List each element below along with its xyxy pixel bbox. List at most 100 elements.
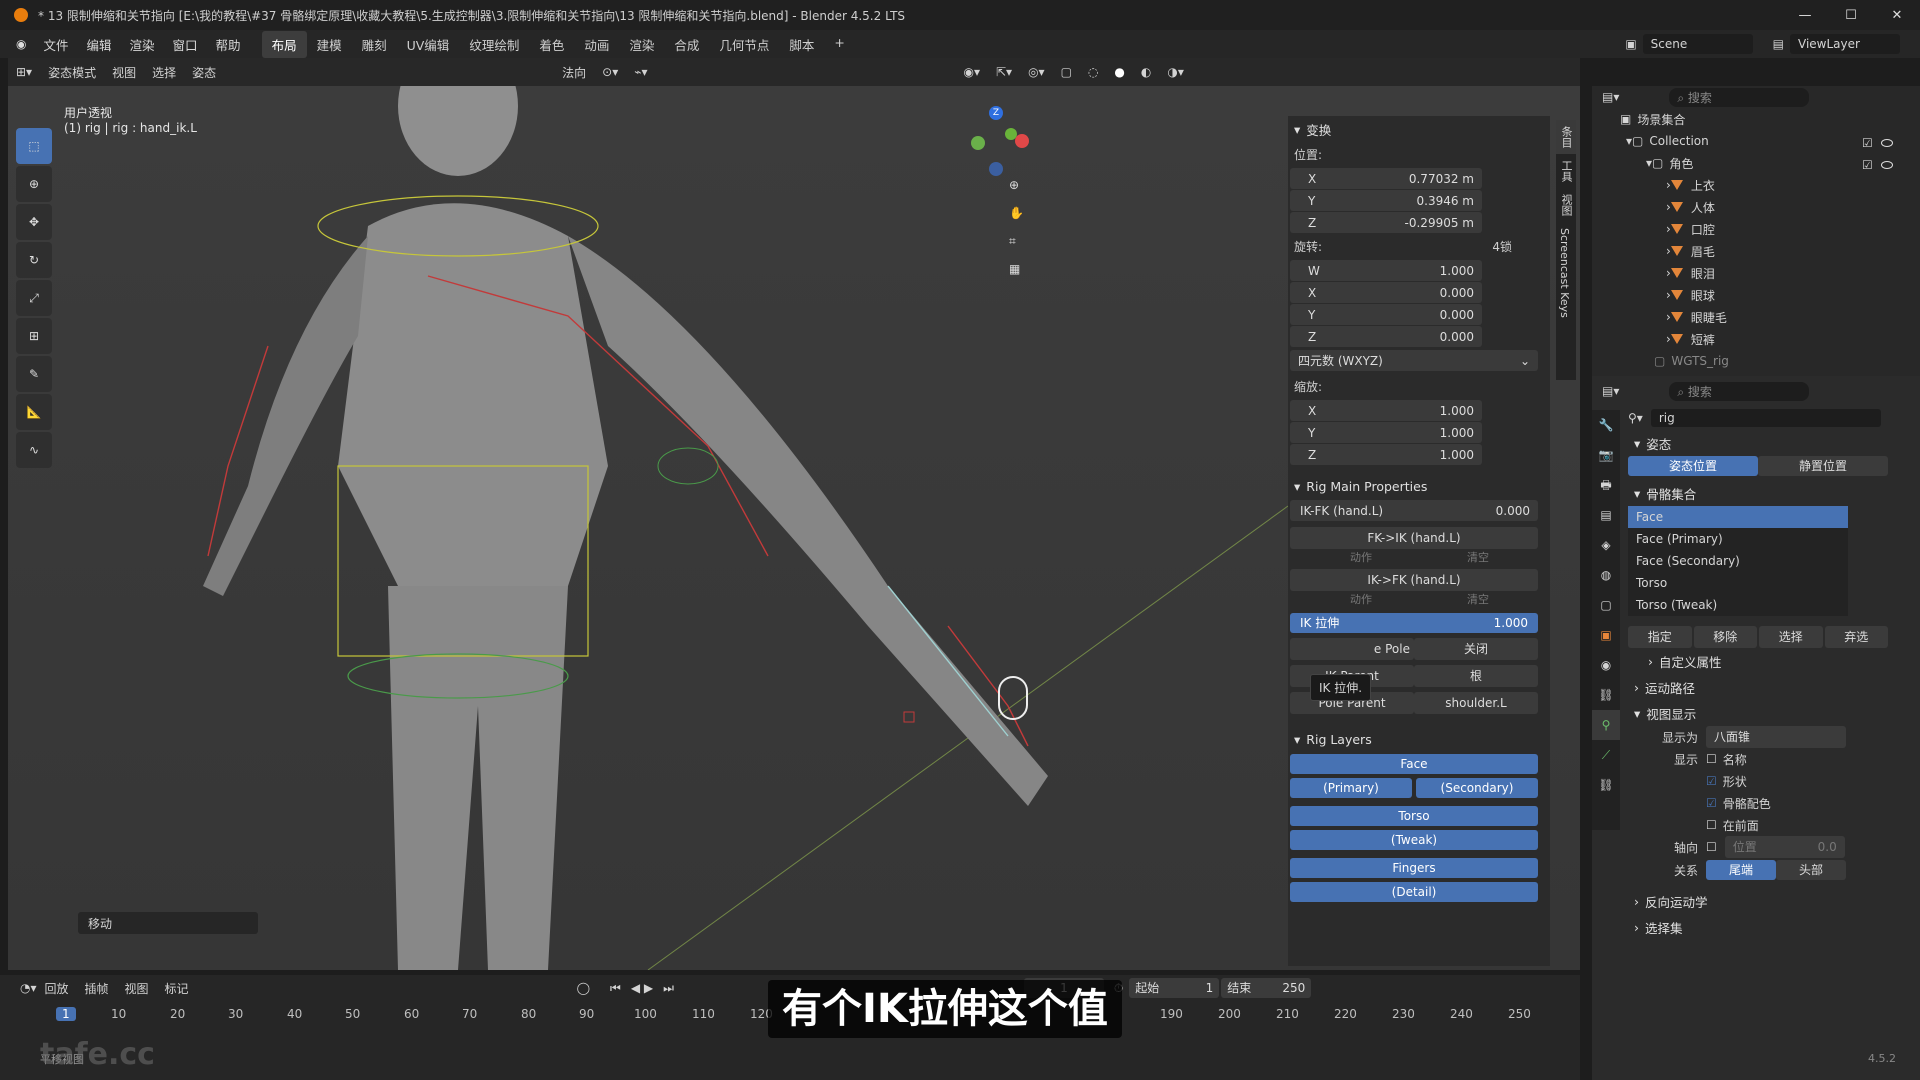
checkbox-icon[interactable]: ☑ (1862, 136, 1873, 150)
tool-tab-icon[interactable]: 🔧 (1592, 410, 1620, 440)
pose-position-button[interactable]: 姿态位置 (1628, 456, 1758, 476)
tab-geometry-nodes[interactable]: 几何节点 (709, 31, 779, 58)
xray-icon[interactable]: ▢ (1053, 63, 1080, 81)
pole-toggle-value[interactable]: 关闭 (1414, 638, 1538, 660)
scale-x-field[interactable]: X 1.000 (1290, 400, 1482, 421)
rig-layers-header[interactable]: ▾ Rig Layers (1288, 726, 1550, 752)
tab-item[interactable]: 条目 (1556, 120, 1576, 154)
outliner-item[interactable]: › 眼泪 (1592, 262, 1920, 284)
rotation-w-field[interactable]: W 1.000 (1290, 260, 1482, 281)
annotate-tool[interactable]: ✎ (16, 356, 52, 392)
tab-texture-paint[interactable]: 纹理绘制 (459, 31, 529, 58)
location-x-field[interactable]: X 0.77032 m (1290, 168, 1482, 189)
in-front-checkbox[interactable]: ☐ (1706, 818, 1717, 832)
bone-collection-item[interactable]: Face (Secondary) (1628, 550, 1848, 572)
outliner-item[interactable]: › 人体 (1592, 196, 1920, 218)
transform-header[interactable]: ▾ 变换 (1288, 116, 1550, 142)
shading-wire-icon[interactable]: ◌ (1080, 63, 1106, 81)
layer-face-primary-button[interactable]: (Primary) (1290, 778, 1412, 798)
pole-toggle-label[interactable]: e Pole (1290, 638, 1414, 660)
world-tab-icon[interactable]: ◍ (1592, 560, 1620, 590)
custom-properties-header[interactable]: › 自定义属性 (1628, 648, 1920, 674)
outliner-item[interactable]: › 口腔 (1592, 218, 1920, 240)
tab-modeling[interactable]: 建模 (307, 31, 352, 58)
shapes-checkbox[interactable]: ☑ (1706, 774, 1717, 788)
menu-render[interactable]: 渲染 (121, 35, 164, 54)
gizmo-neg-y-icon[interactable] (971, 136, 985, 150)
gizmo-icon[interactable]: ⇱▾ (988, 63, 1020, 81)
layer-fingers-detail-button[interactable]: (Detail) (1290, 882, 1538, 902)
view-layer-tab-icon[interactable]: ▤ (1592, 500, 1620, 530)
select-menu[interactable]: 选择 (144, 62, 184, 83)
editor-type-icon[interactable]: ⊞▾ (8, 63, 40, 81)
names-checkbox[interactable]: ☐ (1706, 752, 1717, 766)
tab-compositing[interactable]: 合成 (664, 31, 709, 58)
outliner-item[interactable]: › 短裤 (1592, 328, 1920, 350)
rest-position-button[interactable]: 静置位置 (1758, 456, 1888, 476)
bone-collection-item[interactable]: Torso (Tweak) (1628, 594, 1848, 616)
eye-icon[interactable] (1880, 161, 1893, 169)
move-tool[interactable]: ✥ (16, 204, 52, 240)
location-y-field[interactable]: Y 0.3946 m (1290, 190, 1482, 211)
grid-view-icon[interactable]: ▦ (1009, 262, 1020, 276)
location-z-field[interactable]: Z -0.29905 m (1290, 212, 1482, 233)
menu-edit[interactable]: 编辑 (78, 35, 121, 54)
layer-face-button[interactable]: Face (1290, 754, 1538, 774)
armature-data-tab-icon[interactable]: ⚲ (1592, 710, 1620, 740)
zoom-icon[interactable]: ⊕ (1009, 178, 1019, 192)
deselect-button[interactable]: 弃选 (1824, 626, 1888, 648)
constraint-tab-icon[interactable]: ⛓ (1592, 680, 1620, 710)
tab-rendering[interactable]: 渲染 (619, 31, 664, 58)
bone-collections-header[interactable]: ▾ 骨骼集合 (1628, 480, 1920, 506)
axes-checkbox[interactable]: ☐ (1706, 840, 1717, 854)
properties-search[interactable]: ⌕ 搜索 (1669, 381, 1810, 401)
visibility-icon[interactable]: ◉▾ (955, 63, 988, 81)
navigation-gizmo[interactable]: Z (963, 106, 1033, 176)
mode-selector[interactable]: 姿态模式 (40, 62, 104, 83)
tab-layout[interactable]: 布局 (261, 30, 307, 58)
display-as-dropdown[interactable]: 八面锥 (1706, 726, 1846, 748)
cursor-tool[interactable]: ⊕ (16, 166, 52, 202)
scene-tab-icon[interactable]: ◈ (1592, 530, 1620, 560)
outliner-filter-icon[interactable]: ▤▾ (1602, 90, 1619, 104)
tab-view[interactable]: 视图 (1556, 188, 1576, 222)
rotation-x-field[interactable]: X 0.000 (1290, 282, 1482, 303)
pole-parent-dropdown[interactable]: shoulder.L (1414, 692, 1538, 714)
assign-button[interactable]: 指定 (1628, 626, 1692, 648)
playhead-frame[interactable]: 1 (56, 1007, 76, 1021)
camera-icon[interactable]: ⌗ (1009, 234, 1016, 249)
inverse-kinematics-header[interactable]: › 反向运动学 (1628, 888, 1920, 914)
transform-tool[interactable]: ⊞ (16, 318, 52, 354)
object-name-field[interactable]: rig (1650, 409, 1881, 427)
gizmo-x-icon[interactable] (1015, 134, 1029, 148)
rotation-z-field[interactable]: Z 0.000 (1290, 326, 1482, 347)
rotate-tool[interactable]: ↻ (16, 242, 52, 278)
object-tab-icon[interactable]: ▣ (1592, 620, 1620, 650)
maximize-button[interactable]: ☐ (1828, 0, 1874, 30)
overlay-icon[interactable]: ◎▾ (1020, 63, 1053, 81)
minimize-button[interactable]: — (1782, 0, 1828, 30)
ik-parent-dropdown[interactable]: 根 (1414, 665, 1538, 687)
ikfk-slider[interactable]: IK-FK (hand.L) 0.000 (1290, 500, 1538, 521)
axes-position-field[interactable]: 位置 0.0 (1724, 836, 1845, 858)
ik-stretch-slider[interactable]: IK 拉伸 1.000 (1290, 613, 1538, 633)
outliner-item[interactable]: › 眼球 (1592, 284, 1920, 306)
pose-section-header[interactable]: ▾ 姿态 (1628, 430, 1920, 456)
view-layer-selector[interactable]: ViewLayer (1790, 34, 1900, 54)
output-tab-icon[interactable]: 🖶 (1592, 470, 1620, 500)
rotation-y-field[interactable]: Y 0.000 (1290, 304, 1482, 325)
relation-tail-button[interactable]: 尾端 (1706, 860, 1776, 880)
pan-hand-icon[interactable]: ✋ (1009, 206, 1024, 220)
bone-constraint-tab-icon[interactable]: ⛓ (1592, 770, 1620, 800)
checkbox-icon[interactable]: ☑ (1862, 158, 1873, 172)
outliner-item[interactable]: › 上衣 (1592, 174, 1920, 196)
collection-tab-icon[interactable]: ▢ (1592, 590, 1620, 620)
bone-collection-item[interactable]: Face (Primary) (1628, 528, 1848, 550)
snap-icon[interactable]: ⌁▾ (626, 63, 655, 81)
menu-file[interactable]: 文件 (34, 35, 77, 54)
render-tab-icon[interactable]: 📷 (1592, 440, 1620, 470)
tab-screencast-keys[interactable]: Screencast Keys (1556, 222, 1573, 324)
menu-help[interactable]: 帮助 (207, 35, 250, 54)
tab-shading[interactable]: 着色 (529, 31, 574, 58)
bone-tab-icon[interactable]: ⟋ (1592, 740, 1620, 770)
